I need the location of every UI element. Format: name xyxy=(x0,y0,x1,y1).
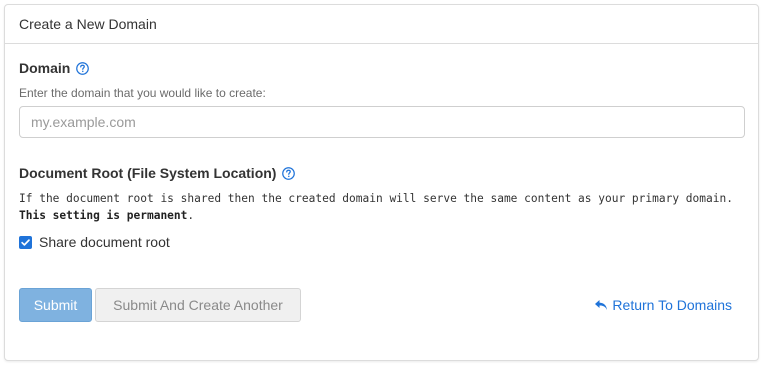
domain-help-text: Enter the domain that you would like to … xyxy=(19,86,266,100)
docroot-description: If the document root is shared then the … xyxy=(19,190,749,224)
checkmark-icon xyxy=(21,238,30,246)
docroot-permanent-warning: This setting is permanent xyxy=(19,209,188,222)
submit-and-create-another-button[interactable]: Submit And Create Another xyxy=(95,288,301,322)
domain-label: Domain xyxy=(19,60,71,76)
share-docroot-row[interactable]: Share document root xyxy=(19,234,170,250)
submit-button[interactable]: Submit xyxy=(19,288,92,322)
domain-label-row: Domain xyxy=(19,60,90,76)
docroot-description-end: . xyxy=(187,209,195,222)
panel-title: Create a New Domain xyxy=(19,16,157,32)
panel-heading: Create a New Domain xyxy=(5,5,758,44)
return-to-domains-label[interactable]: Return To Domains xyxy=(612,297,732,313)
question-circle-icon[interactable] xyxy=(76,61,90,75)
reply-arrow-icon xyxy=(594,299,608,311)
return-to-domains-link[interactable]: Return To Domains xyxy=(594,288,732,322)
share-docroot-label[interactable]: Share document root xyxy=(39,234,170,250)
docroot-description-text: If the document root is shared then the … xyxy=(19,192,733,205)
question-circle-icon[interactable] xyxy=(282,166,296,180)
domain-input[interactable] xyxy=(19,106,745,138)
share-docroot-checkbox[interactable] xyxy=(19,235,32,249)
create-domain-panel: Create a New Domain Domain Enter the dom… xyxy=(4,4,759,361)
docroot-label-row: Document Root (File System Location) xyxy=(19,165,296,181)
docroot-label: Document Root (File System Location) xyxy=(19,165,277,181)
